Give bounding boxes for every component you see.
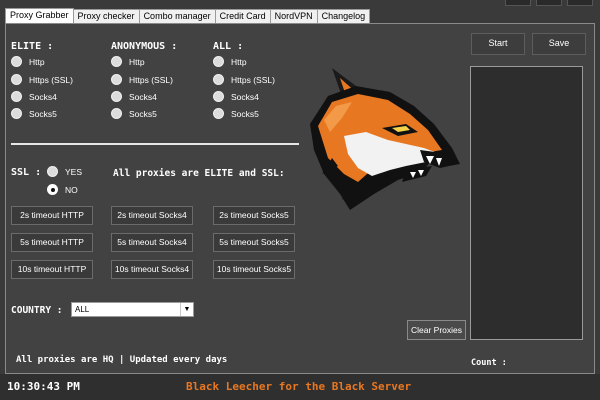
option-label: YES	[65, 166, 83, 177]
ssl-yes-option[interactable]: YES	[47, 166, 82, 177]
option-label: NO	[65, 184, 78, 195]
info-text: All proxies are HQ | Updated every days	[16, 355, 228, 365]
status-bar: 10:30:43 PM Black Leecher for the Black …	[0, 374, 600, 400]
option-label: Socks4	[29, 91, 57, 102]
button-5s-socks5[interactable]: 5s timeout Socks5	[213, 233, 295, 252]
save-button[interactable]: Save	[532, 33, 586, 55]
elite-https-option[interactable]: Https (SSL)	[11, 74, 73, 85]
anonymous-heading: ANONYMOUS :	[111, 41, 178, 52]
radio-icon[interactable]	[11, 91, 22, 102]
all-http-option[interactable]: Http	[213, 56, 247, 67]
country-selected-value: ALL	[75, 305, 90, 314]
radio-icon[interactable]	[11, 108, 22, 119]
button-2s-socks4[interactable]: 2s timeout Socks4	[111, 206, 193, 225]
chevron-down-icon[interactable]: ▼	[180, 303, 193, 316]
option-label: Socks5	[231, 108, 259, 119]
anonymous-http-option[interactable]: Http	[111, 56, 145, 67]
ssl-no-option[interactable]: NO	[47, 184, 78, 195]
anonymous-socks5-option[interactable]: Socks5	[111, 108, 157, 119]
radio-icon[interactable]	[111, 56, 122, 67]
elite-http-option[interactable]: Http	[11, 56, 45, 67]
radio-icon[interactable]	[111, 74, 122, 85]
option-label: Http	[29, 56, 45, 67]
button-2s-socks5[interactable]: 2s timeout Socks5	[213, 206, 295, 225]
title-bar	[0, 0, 600, 9]
radio-icon[interactable]	[11, 74, 22, 85]
option-label: Socks5	[129, 108, 157, 119]
option-label: Socks4	[129, 91, 157, 102]
option-label: Socks4	[231, 91, 259, 102]
button-10s-http[interactable]: 10s timeout HTTP	[11, 260, 93, 279]
elite-socks4-option[interactable]: Socks4	[11, 91, 57, 102]
clock: 10:30:43 PM	[7, 380, 80, 393]
ssl-label: SSL :	[11, 167, 42, 178]
button-2s-http[interactable]: 2s timeout HTTP	[11, 206, 93, 225]
radio-icon[interactable]	[213, 56, 224, 67]
tab-combo-manager[interactable]: Combo manager	[138, 9, 216, 23]
maximize-button[interactable]	[536, 0, 562, 6]
tab-proxy-grabber[interactable]: Proxy Grabber	[5, 8, 74, 23]
button-10s-socks4[interactable]: 10s timeout Socks4	[111, 260, 193, 279]
option-label: Https (SSL)	[29, 74, 73, 85]
section-divider	[11, 143, 299, 145]
option-label: Https (SSL)	[231, 74, 275, 85]
tab-proxy-checker[interactable]: Proxy checker	[72, 9, 140, 23]
radio-icon[interactable]	[47, 166, 58, 177]
radio-icon[interactable]	[213, 74, 224, 85]
radio-icon[interactable]	[111, 108, 122, 119]
option-label: Https (SSL)	[129, 74, 173, 85]
clear-proxies-button[interactable]: Clear Proxies	[407, 320, 466, 340]
all-socks5-option[interactable]: Socks5	[213, 108, 259, 119]
option-label: Socks5	[29, 108, 57, 119]
ssl-note: All proxies are ELITE and SSL:	[113, 168, 285, 179]
app-title: Black Leecher for the Black Server	[186, 380, 412, 393]
radio-icon[interactable]	[213, 91, 224, 102]
all-heading: ALL :	[213, 41, 244, 52]
option-label: Http	[129, 56, 145, 67]
button-5s-http[interactable]: 5s timeout HTTP	[11, 233, 93, 252]
anonymous-https-option[interactable]: Https (SSL)	[111, 74, 173, 85]
fox-head-logo	[302, 62, 464, 214]
button-10s-socks5[interactable]: 10s timeout Socks5	[213, 260, 295, 279]
tab-credit-card[interactable]: Credit Card	[214, 9, 271, 23]
tab-changelog[interactable]: Changelog	[316, 9, 371, 23]
radio-icon[interactable]	[213, 108, 224, 119]
tab-nordvpn[interactable]: NordVPN	[269, 9, 318, 23]
radio-checked-icon[interactable]	[47, 184, 58, 195]
all-socks4-option[interactable]: Socks4	[213, 91, 259, 102]
elite-socks5-option[interactable]: Socks5	[11, 108, 57, 119]
country-select[interactable]: ALL ▼	[71, 302, 194, 317]
radio-icon[interactable]	[11, 56, 22, 67]
count-label: Count :	[471, 358, 507, 368]
anonymous-socks4-option[interactable]: Socks4	[111, 91, 157, 102]
radio-icon[interactable]	[111, 91, 122, 102]
close-button[interactable]	[567, 0, 593, 6]
proxy-list[interactable]	[470, 66, 583, 340]
minimize-button[interactable]	[505, 0, 531, 6]
elite-heading: ELITE :	[11, 41, 54, 52]
all-https-option[interactable]: Https (SSL)	[213, 74, 275, 85]
tab-strip: Proxy Grabber Proxy checker Combo manage…	[5, 8, 371, 23]
option-label: Http	[231, 56, 247, 67]
button-5s-socks4[interactable]: 5s timeout Socks4	[111, 233, 193, 252]
start-button[interactable]: Start	[471, 33, 525, 55]
country-label: COUNTRY :	[11, 305, 63, 316]
